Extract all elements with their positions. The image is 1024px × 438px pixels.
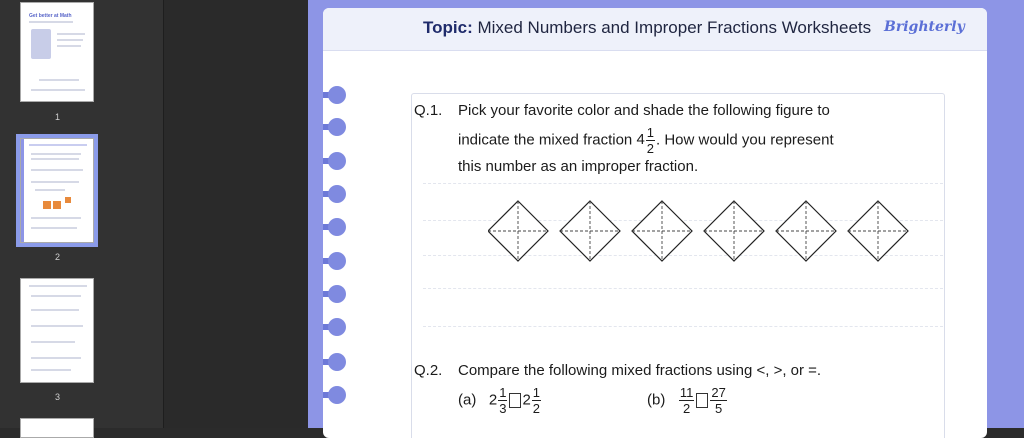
q1-line-3: this number as an improper fraction. [458,158,699,175]
diamond-figure[interactable] [847,200,909,262]
document-viewer[interactable]: Topic: Mixed Numbers and Improper Fracti… [164,0,1024,438]
notebook-ring [323,285,347,303]
q1-line-2-end: . How would you represent [656,131,834,149]
mixed-whole: 4 [636,131,645,149]
notebook-ring [323,318,347,336]
q1-number: Q.1. [414,102,443,119]
b-num-2: 27 [710,385,727,401]
worksheet-paper: Topic: Mixed Numbers and Improper Fracti… [323,8,987,438]
answer-box-a[interactable] [509,393,522,408]
q1-line-2: indicate the mixed fraction 412. How wou… [458,126,834,155]
page-thumbnail-2[interactable] [16,134,98,247]
mixed-denominator: 2 [646,141,655,156]
page-thumbnail-1[interactable]: Get better at Math [20,2,94,102]
diamond-figure[interactable] [487,200,549,262]
thumbnail-illustration [31,29,51,59]
part-b-label: (b) [647,391,666,409]
a-whole-2: 2 [522,391,531,409]
page-thumbnail-3[interactable] [20,278,94,383]
q1-line-2-text: indicate the mixed fraction [458,131,633,149]
topic-title: Mixed Numbers and Improper Fractions Wor… [477,18,872,37]
notebook-ring [323,353,347,371]
a-den-1: 3 [499,401,507,416]
thumbnail-page-number: 2 [54,252,60,262]
b-den-2: 5 [714,401,723,416]
notebook-ring [323,152,347,170]
thumbnail-title: Get better at Math [29,13,72,19]
thumbnail-sidebar: Get better at Math 1 2 3 [0,0,164,438]
a-den-2: 2 [532,401,541,416]
brand-logo: Brighterly [884,19,965,35]
notebook-ring [323,118,347,136]
a-num-1: 1 [498,385,508,401]
a-num-2: 1 [531,385,542,401]
page-thumbnail-4[interactable] [20,418,94,438]
diamond-figure[interactable] [559,200,621,262]
q2-part-b: (b) 11 2 27 5 [647,386,728,415]
b-num-1: 11 [678,385,695,401]
mixed-numerator: 1 [645,125,656,141]
thumbnail-page-number: 1 [54,112,60,122]
q1-line-1: Pick your favorite color and shade the f… [458,102,830,119]
diamond-figures-svg [487,200,909,262]
notebook-ring [323,252,347,270]
q2-number: Q.2. [414,362,443,379]
part-a-label: (a) [458,391,477,409]
worksheet-header: Topic: Mixed Numbers and Improper Fracti… [323,8,987,51]
topic-label: Topic: [423,18,473,37]
diamond-figure[interactable] [703,200,765,262]
diamond-figure[interactable] [775,200,837,262]
q2-prompt: Compare the following mixed fractions us… [458,362,822,379]
notebook-ring [323,386,347,404]
a-whole-1: 2 [488,391,498,409]
notebook-ring [323,185,347,203]
thumbnail-page-number: 3 [54,392,60,402]
notebook-ring [323,86,347,104]
worksheet-topic: Topic: Mixed Numbers and Improper Fracti… [423,18,871,38]
mixed-fraction: 412 [636,126,656,155]
answer-box-b[interactable] [696,393,709,408]
b-den-1: 2 [682,401,691,416]
diamond-figures [487,198,918,268]
diamond-figure[interactable] [631,200,693,262]
notebook-ring [323,218,347,236]
worksheet-page: Topic: Mixed Numbers and Improper Fracti… [308,0,1024,438]
q2-part-a: (a) 213212 [458,386,542,415]
